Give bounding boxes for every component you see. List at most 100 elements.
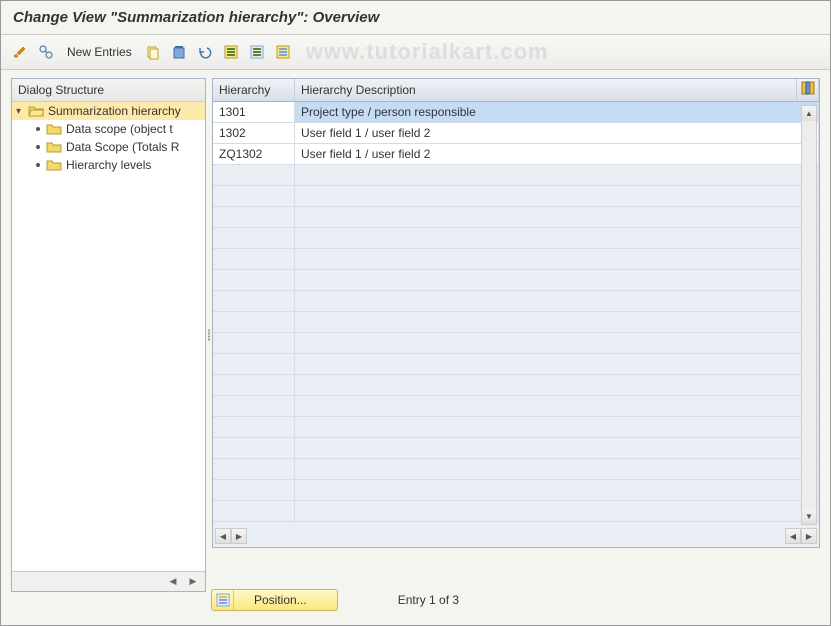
bullet-icon	[36, 145, 40, 149]
panel-footer: ◀ ▶	[12, 571, 205, 591]
cell-description	[295, 501, 819, 521]
cell-hierarchy	[213, 228, 295, 248]
scroll-left-icon[interactable]: ◀	[785, 528, 801, 544]
footer: Position... Entry 1 of 3	[211, 589, 820, 611]
cell-description	[295, 459, 819, 479]
table-row	[213, 480, 819, 501]
position-button[interactable]: Position...	[211, 589, 338, 611]
folder-icon	[46, 158, 62, 172]
table-row	[213, 438, 819, 459]
tree: ▾ Summarization hierarchy Data scope (ob…	[12, 102, 205, 571]
tree-item[interactable]: Hierarchy levels	[12, 156, 205, 174]
configure-columns-icon[interactable]	[797, 79, 819, 101]
toggle-display-icon[interactable]	[9, 41, 31, 63]
table-row	[213, 207, 819, 228]
watermark: www.tutorialkart.com	[306, 39, 549, 65]
table-row	[213, 228, 819, 249]
folder-icon	[46, 122, 62, 136]
tree-item[interactable]: Data Scope (Totals R	[12, 138, 205, 156]
scroll-left-icon[interactable]: ◀	[165, 574, 181, 590]
cell-hierarchy	[213, 396, 295, 416]
tree-item-label: Hierarchy levels	[66, 158, 151, 172]
scroll-right-icon[interactable]: ▶	[231, 528, 247, 544]
deselect-all-icon[interactable]	[272, 41, 294, 63]
cell-description	[295, 165, 819, 185]
expand-icon[interactable]	[35, 41, 57, 63]
cell-description	[295, 207, 819, 227]
table-row	[213, 417, 819, 438]
splitter-handle-icon: ▪▪▪▪	[208, 329, 211, 341]
table-row	[213, 270, 819, 291]
cell-hierarchy[interactable]: ZQ1302	[213, 144, 295, 164]
entry-counter: Entry 1 of 3	[398, 593, 459, 607]
table-row	[213, 459, 819, 480]
tree-item-label: Data Scope (Totals R	[66, 140, 179, 154]
tree-item-label: Data scope (object t	[66, 122, 173, 136]
table-panel: Hierarchy Hierarchy Description 1301Proj…	[212, 78, 820, 592]
table-row	[213, 333, 819, 354]
undo-icon[interactable]	[194, 41, 216, 63]
cell-hierarchy	[213, 291, 295, 311]
vertical-scrollbar[interactable]: ▲ ▼	[801, 105, 817, 525]
scroll-up-icon[interactable]: ▲	[802, 106, 816, 121]
cell-description	[295, 291, 819, 311]
scroll-right-icon[interactable]: ▶	[801, 528, 817, 544]
table-header: Hierarchy Hierarchy Description	[213, 79, 819, 102]
page-title: Change View "Summarization hierarchy": O…	[1, 1, 830, 35]
cell-description[interactable]: Project type / person responsible	[295, 102, 819, 122]
cell-hierarchy	[213, 501, 295, 521]
cell-description[interactable]: User field 1 / user field 2	[295, 123, 819, 143]
cell-description	[295, 438, 819, 458]
content-area: Dialog Structure ▾ Summarization hierarc…	[1, 70, 830, 600]
data-table: Hierarchy Hierarchy Description 1301Proj…	[212, 78, 820, 548]
dialog-structure-panel: Dialog Structure ▾ Summarization hierarc…	[11, 78, 206, 592]
column-hierarchy[interactable]: Hierarchy	[213, 79, 295, 101]
table-row[interactable]: 1301Project type / person responsible	[213, 102, 819, 123]
scroll-down-icon[interactable]: ▼	[802, 509, 816, 524]
cell-hierarchy	[213, 375, 295, 395]
cell-hierarchy	[213, 354, 295, 374]
cell-hierarchy	[213, 249, 295, 269]
horizontal-scrollbar: ◀ ▶ ◀ ▶	[215, 527, 817, 545]
bullet-icon	[36, 163, 40, 167]
scroll-right-icon[interactable]: ▶	[185, 574, 201, 590]
select-all-icon[interactable]	[220, 41, 242, 63]
tree-item[interactable]: Data scope (object t	[12, 120, 205, 138]
cell-description	[295, 333, 819, 353]
cell-description	[295, 312, 819, 332]
table-row	[213, 165, 819, 186]
cell-hierarchy	[213, 438, 295, 458]
cell-description[interactable]: User field 1 / user field 2	[295, 144, 819, 164]
scroll-left-icon[interactable]: ◀	[215, 528, 231, 544]
cell-hierarchy	[213, 165, 295, 185]
select-block-icon[interactable]	[246, 41, 268, 63]
delete-icon[interactable]	[168, 41, 190, 63]
table-row	[213, 291, 819, 312]
cell-hierarchy	[213, 459, 295, 479]
copy-icon[interactable]	[142, 41, 164, 63]
cell-hierarchy[interactable]: 1302	[213, 123, 295, 143]
position-icon	[212, 590, 234, 610]
cell-description	[295, 186, 819, 206]
cell-hierarchy[interactable]: 1301	[213, 102, 295, 122]
tree-root-label: Summarization hierarchy	[48, 104, 181, 118]
dialog-structure-header: Dialog Structure	[12, 79, 205, 102]
table-row[interactable]: ZQ1302User field 1 / user field 2	[213, 144, 819, 165]
cell-hierarchy	[213, 480, 295, 500]
table-row	[213, 312, 819, 333]
bullet-icon	[36, 127, 40, 131]
cell-hierarchy	[213, 207, 295, 227]
cell-hierarchy	[213, 333, 295, 353]
column-description[interactable]: Hierarchy Description	[295, 79, 797, 101]
table-row	[213, 354, 819, 375]
cell-description	[295, 354, 819, 374]
new-entries-button[interactable]: New Entries	[61, 45, 138, 59]
tree-root[interactable]: ▾ Summarization hierarchy	[12, 102, 205, 120]
table-body: 1301Project type / person responsible130…	[213, 102, 819, 522]
collapse-icon[interactable]: ▾	[16, 106, 28, 117]
cell-description	[295, 396, 819, 416]
table-row	[213, 396, 819, 417]
table-row	[213, 375, 819, 396]
table-row[interactable]: 1302User field 1 / user field 2	[213, 123, 819, 144]
cell-description	[295, 417, 819, 437]
